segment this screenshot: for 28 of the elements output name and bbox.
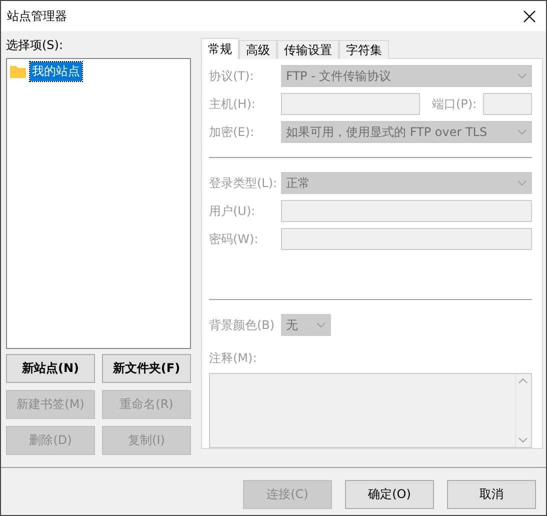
scroll-up-icon: [518, 378, 528, 384]
dialog-button[interactable]: 确定(O): [345, 480, 434, 509]
dialog-button[interactable]: 取消: [447, 480, 536, 509]
field-label: 注释(M):: [209, 350, 258, 368]
field-label: 用户(U):: [209, 202, 256, 220]
chevron-down-icon: [516, 73, 527, 79]
field-label: 密码(W):: [209, 230, 260, 248]
chevron-down-icon: [516, 129, 527, 135]
tab[interactable]: 常规: [201, 38, 239, 59]
chevron-down-icon: [316, 322, 326, 328]
tab[interactable]: 字符集: [339, 40, 389, 59]
field-label: 加密(E):: [209, 124, 255, 140]
window-title: 站点管理器: [7, 8, 67, 24]
tab[interactable]: 高级: [239, 40, 277, 59]
tab[interactable]: 传输设置: [277, 40, 339, 59]
chevron-down-icon: [516, 180, 527, 186]
field-label: 背景颜色(B): [209, 316, 275, 334]
field-label: 协议(T):: [209, 68, 255, 84]
folder-icon: [10, 65, 26, 78]
chevron-down-icon: [518, 437, 528, 443]
field-label: 主机(H):: [209, 96, 256, 112]
tree-item[interactable]: 我的站点: [30, 62, 82, 81]
port-label: 端口(P):: [432, 96, 477, 112]
field-label: 登录类型(L):: [209, 174, 275, 192]
close-icon[interactable]: [523, 10, 536, 22]
site-button[interactable]: 新站点(N): [6, 354, 95, 383]
tree-label: 选择项(S):: [6, 37, 64, 54]
site-button[interactable]: 新文件夹(F): [102, 354, 191, 383]
